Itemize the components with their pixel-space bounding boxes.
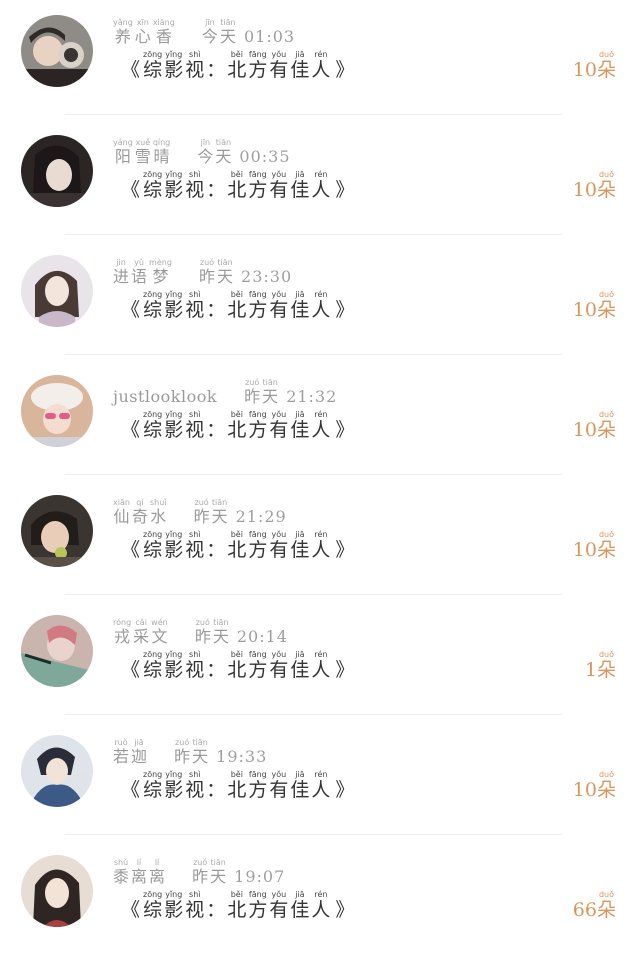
list-item[interactable]: xiān 仙 qí 奇 shuǐ 水 zuó 昨 tiān 天 21:29 《 zōng 综 yǐng 影… (0, 480, 640, 600)
divider (65, 834, 562, 835)
sender-info: shǔ 黍 lí 离 lí 离 zuó 昨 tiān 天 19:07 (113, 858, 285, 888)
flower-count: 66 duǒ 朵 (572, 890, 616, 921)
divider (65, 354, 562, 355)
sender-info: jìn 进 yǔ 语 mèng 梦 zuó 昨 tiān 天 23:30 (113, 258, 292, 288)
divider (65, 474, 562, 475)
avatar[interactable] (21, 255, 93, 327)
list-item[interactable]: ruò 若 jiā 迦 zuó 昨 tiān 天 19:33 《 zōng 综 yǐng 影 shì 视：… (0, 720, 640, 840)
avatar[interactable] (21, 375, 93, 447)
message-text: 《 zōng 综 yǐng 影 shì 视： běi 北 fāng 方 yǒu 有 jiā 佳 rén 人》 (121, 650, 355, 681)
list-item[interactable]: justlooklook zuó 昨 tiān 天 21:32 《 zōng 综 yǐng 影 s… (0, 360, 640, 480)
flower-count: 10 duǒ 朵 (572, 770, 616, 801)
avatar[interactable] (21, 855, 93, 927)
message-text: 《 zōng 综 yǐng 影 shì 视： běi 北 fāng 方 yǒu 有 jiā 佳 rén 人》 (121, 530, 355, 561)
gift-list: yǎng 养 xīn 心 xiāng 香 jīn 今 tiān 天 01:03 《 zōng 综 yǐn… (0, 0, 640, 943)
sender-name: yǎng 养 xīn 心 xiāng 香 (113, 18, 175, 46)
avatar[interactable] (21, 15, 93, 87)
sender-name: ruò 若 jiā 迦 (113, 738, 148, 766)
avatar[interactable] (21, 135, 93, 207)
timestamp: jīn 今 tiān 天 00:35 (197, 138, 291, 166)
sender-info: justlooklook zuó 昨 tiān 天 21:32 (113, 378, 337, 408)
sender-info: róng 戎 cǎi 采 wén 文 zuó 昨 tiān 天 20:14 (113, 618, 288, 648)
sender-info: yǎng 养 xīn 心 xiāng 香 jīn 今 tiān 天 01:03 (113, 18, 295, 48)
divider (65, 714, 562, 715)
message-text: 《 zōng 综 yǐng 影 shì 视： běi 北 fāng 方 yǒu 有 jiā 佳 rén 人》 (121, 170, 355, 201)
timestamp: zuó 昨 tiān 天 19:07 (192, 858, 286, 886)
divider (65, 114, 562, 115)
flower-count: 1 duǒ 朵 (584, 650, 616, 681)
timestamp: zuó 昨 tiān 天 21:32 (244, 378, 338, 406)
timestamp: zuó 昨 tiān 天 23:30 (199, 258, 293, 286)
list-item[interactable]: yǎng 养 xīn 心 xiāng 香 jīn 今 tiān 天 01:03 《 zōng 综 yǐn… (0, 0, 640, 120)
list-item[interactable]: róng 戎 cǎi 采 wén 文 zuó 昨 tiān 天 20:14 《 zōng 综 yǐng 影… (0, 600, 640, 720)
sender-name: shǔ 黍 lí 离 lí 离 (113, 858, 166, 886)
sender-name: jìn 进 yǔ 语 mèng 梦 (113, 258, 172, 286)
flower-count: 10 duǒ 朵 (572, 290, 616, 321)
message-text: 《 zōng 综 yǐng 影 shì 视： běi 北 fāng 方 yǒu 有 jiā 佳 rén 人》 (121, 290, 355, 321)
list-item[interactable]: jìn 进 yǔ 语 mèng 梦 zuó 昨 tiān 天 23:30 《 zōng 综 yǐng 影 s… (0, 240, 640, 360)
divider (65, 234, 562, 235)
message-text: 《 zōng 综 yǐng 影 shì 视： běi 北 fāng 方 yǒu 有 jiā 佳 rén 人》 (121, 890, 355, 921)
timestamp: zuó 昨 tiān 天 19:33 (174, 738, 268, 766)
sender-info: yáng 阳 xuě 雪 qíng 晴 jīn 今 tiān 天 00:35 (113, 138, 291, 168)
message-text: 《 zōng 综 yǐng 影 shì 视： běi 北 fāng 方 yǒu 有 jiā 佳 rén 人》 (121, 770, 355, 801)
sender-info: ruò 若 jiā 迦 zuó 昨 tiān 天 19:33 (113, 738, 267, 768)
timestamp: jīn 今 tiān 天 01:03 (201, 18, 296, 46)
timestamp: zuó 昨 tiān 天 20:14 (194, 618, 288, 646)
timestamp: zuó 昨 tiān 天 21:29 (193, 498, 287, 526)
flower-count: 10 duǒ 朵 (572, 530, 616, 561)
message-text: 《 zōng 综 yǐng 影 shì 视： běi 北 fāng 方 yǒu 有 jiā 佳 rén 人》 (121, 50, 355, 81)
flower-count: 10 duǒ 朵 (572, 170, 616, 201)
avatar[interactable] (21, 495, 93, 567)
sender-name: róng 戎 cǎi 采 wén 文 (113, 618, 168, 646)
sender-name: justlooklook (113, 387, 218, 406)
flower-count: 10 duǒ 朵 (572, 410, 616, 441)
sender-info: xiān 仙 qí 奇 shuǐ 水 zuó 昨 tiān 天 21:29 (113, 498, 287, 528)
list-item[interactable]: shǔ 黍 lí 离 lí 离 zuó 昨 tiān 天 19:07 《 zōng 综 yǐng 影 shì… (0, 840, 640, 960)
flower-count: 10 duǒ 朵 (572, 50, 616, 81)
message-text: 《 zōng 综 yǐng 影 shì 视： běi 北 fāng 方 yǒu 有 jiā 佳 rén 人》 (121, 410, 355, 441)
sender-name: xiān 仙 qí 奇 shuǐ 水 (113, 498, 167, 526)
avatar[interactable] (21, 615, 93, 687)
divider (65, 594, 562, 595)
list-item[interactable]: yáng 阳 xuě 雪 qíng 晴 jīn 今 tiān 天 00:35 《 zōng 综 yǐng… (0, 120, 640, 240)
sender-name: yáng 阳 xuě 雪 qíng 晴 (113, 138, 171, 166)
avatar[interactable] (21, 735, 93, 807)
